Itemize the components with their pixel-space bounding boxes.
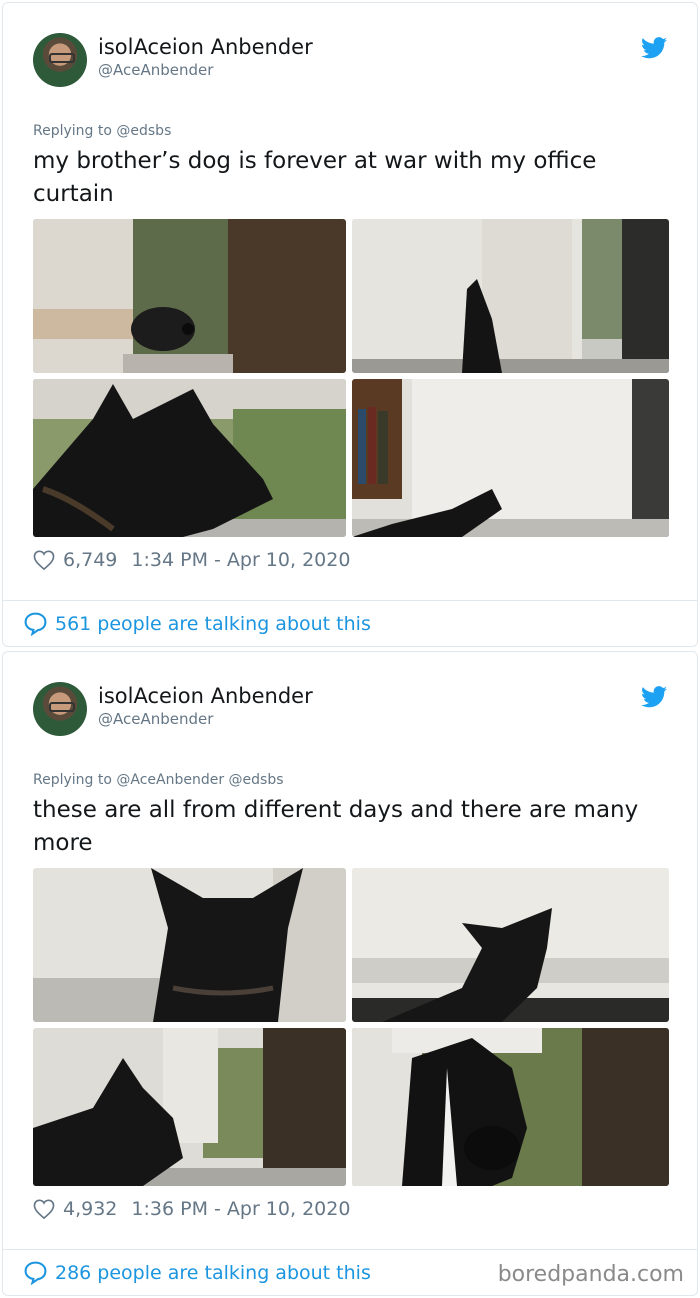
tweet-meta: 6,749 1:34 PM - Apr 10, 2020 xyxy=(33,549,350,571)
like-count[interactable]: 4,932 xyxy=(63,1198,117,1220)
author-handle[interactable]: @AceAnbender xyxy=(98,710,213,728)
tweet-photo[interactable] xyxy=(33,379,346,537)
tweet-photo[interactable] xyxy=(352,219,669,373)
tweet-photo[interactable] xyxy=(33,219,346,373)
timestamp[interactable]: 1:36 PM - Apr 10, 2020 xyxy=(131,1198,350,1220)
twitter-bird-icon[interactable] xyxy=(641,37,667,59)
tweet-card[interactable]: isolAceion Anbender @AceAnbender Replyin… xyxy=(2,2,698,647)
replying-handle[interactable]: @edsbs xyxy=(116,123,171,139)
avatar[interactable] xyxy=(33,682,87,736)
heart-icon[interactable] xyxy=(33,1199,55,1219)
photo-grid xyxy=(33,219,669,537)
twitter-bird-icon[interactable] xyxy=(641,686,667,708)
divider xyxy=(3,600,697,601)
tweet-photo[interactable] xyxy=(352,1028,669,1186)
tweet-photo[interactable] xyxy=(33,868,346,1022)
speech-bubble-icon xyxy=(24,612,47,636)
photo-grid xyxy=(33,868,669,1186)
talking-link[interactable]: 286 people are talking about this xyxy=(23,1260,371,1285)
talking-text[interactable]: 561 people are talking about this xyxy=(55,613,371,635)
like-count[interactable]: 6,749 xyxy=(63,549,117,571)
timestamp[interactable]: 1:34 PM - Apr 10, 2020 xyxy=(131,549,350,571)
tweet-text: my brother’s dog is forever at war with … xyxy=(33,148,597,207)
watermark: boredpanda.com xyxy=(497,1262,684,1287)
talking-text[interactable]: 286 people are talking about this xyxy=(55,1262,371,1284)
tweet-photo[interactable] xyxy=(352,379,669,537)
divider xyxy=(3,1249,697,1250)
avatar[interactable] xyxy=(33,33,87,87)
heart-icon[interactable] xyxy=(33,550,55,570)
replying-prefix: Replying to xyxy=(33,772,112,788)
speech-bubble-icon xyxy=(24,1261,47,1285)
tweet-photo[interactable] xyxy=(352,868,669,1022)
tweet-text: these are all from different days and th… xyxy=(33,797,639,856)
tweet-meta: 4,932 1:36 PM - Apr 10, 2020 xyxy=(33,1198,350,1220)
tweet-photo[interactable] xyxy=(33,1028,346,1186)
author-name[interactable]: isolAceion Anbender xyxy=(98,684,313,708)
author-name[interactable]: isolAceion Anbender xyxy=(98,35,313,59)
replying-to: Replying to @AceAnbender @edsbs xyxy=(33,772,284,788)
talking-link[interactable]: 561 people are talking about this xyxy=(23,611,371,636)
replying-handle[interactable]: @AceAnbender @edsbs xyxy=(116,772,283,788)
replying-prefix: Replying to xyxy=(33,123,112,139)
tweet-card[interactable]: isolAceion Anbender @AceAnbender Replyin… xyxy=(2,651,698,1296)
author-handle[interactable]: @AceAnbender xyxy=(98,61,213,79)
replying-to: Replying to @edsbs xyxy=(33,123,171,139)
